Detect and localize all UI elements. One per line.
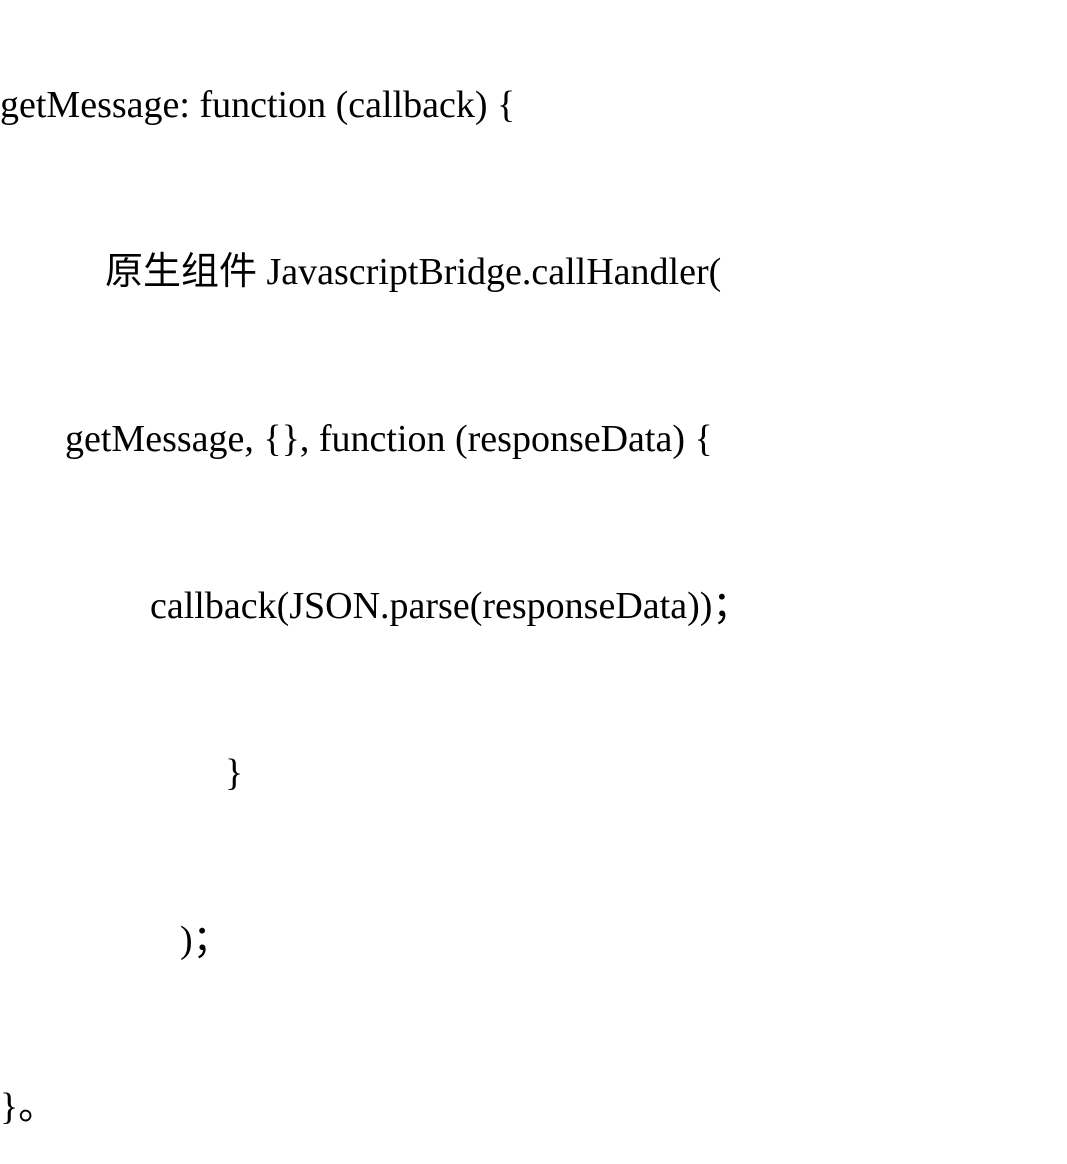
code-line-4: callback(JSON.parse(responseData))；	[0, 587, 1067, 625]
code-line-7: }。	[0, 1088, 1067, 1126]
code-line-3: getMessage, {}, function (responseData) …	[0, 420, 1067, 458]
code-line-2: 原生组件 JavascriptBridge.callHandler(	[0, 253, 1067, 291]
code-snippet: getMessage: function (callback) { 原生组件 J…	[0, 10, 1067, 1164]
code-line-5: }	[0, 754, 1067, 792]
code-line-6: )；	[0, 921, 1067, 959]
code-line-1: getMessage: function (callback) {	[0, 86, 1067, 124]
